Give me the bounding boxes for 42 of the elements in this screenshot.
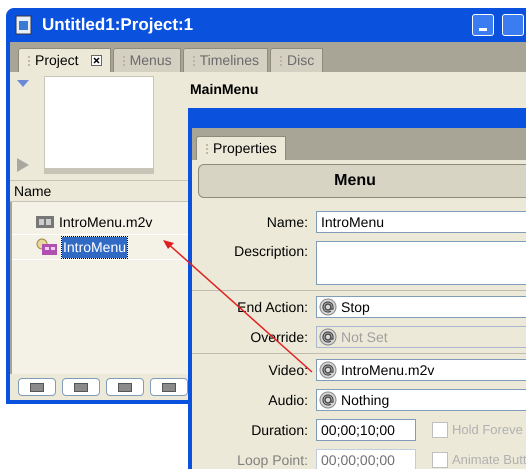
close-icon[interactable]	[90, 55, 102, 66]
grip-icon	[205, 142, 209, 154]
at-sign-icon	[319, 328, 337, 346]
grip-icon	[27, 54, 31, 66]
toolbar-button[interactable]	[62, 378, 100, 396]
timecode-field[interactable]: 00;00;00;00	[316, 449, 416, 469]
field-label: Description:	[233, 242, 309, 261]
section-header: Menu	[198, 164, 526, 198]
at-sign-icon	[319, 391, 337, 409]
timecode-field[interactable]: 00;00;10;00	[316, 419, 416, 441]
field-label: Name:	[266, 212, 309, 232]
main-heading: MainMenu	[190, 81, 258, 97]
field-label: Video:	[268, 360, 309, 380]
minimize-button[interactable]	[472, 14, 494, 36]
description-field[interactable]	[316, 241, 526, 285]
toolbar-button[interactable]	[106, 378, 144, 396]
properties-tab[interactable]: Properties	[196, 136, 286, 160]
checkbox[interactable]	[432, 452, 448, 468]
project-icon	[14, 15, 34, 35]
checkbox-label: Animate Butt	[452, 451, 526, 469]
field-label: Duration:	[250, 420, 309, 440]
dropdown[interactable]: Nothing	[316, 389, 526, 411]
field-label: Audio:	[267, 390, 309, 410]
collapse-icon[interactable]	[17, 80, 29, 88]
menu-item-icon	[36, 238, 58, 256]
name-field[interactable]: IntroMenu	[316, 211, 526, 233]
checkbox-label: Hold Foreve	[452, 421, 523, 440]
maximize-button[interactable]	[502, 14, 524, 36]
field-label: End Action:	[236, 298, 309, 316]
grip-icon	[279, 54, 283, 66]
at-sign-icon	[319, 298, 337, 316]
toolbar-button[interactable]	[18, 378, 56, 396]
dropdown[interactable]: IntroMenu.m2v	[316, 359, 526, 381]
checkbox[interactable]	[432, 422, 448, 438]
toolbar-button[interactable]	[150, 378, 188, 396]
file-item[interactable]: IntroMenu.m2v	[58, 212, 154, 232]
file-item[interactable]: IntroMenu	[62, 236, 128, 258]
tab[interactable]: Project	[18, 48, 111, 72]
dropdown[interactable]: Stop	[316, 296, 526, 318]
field-label: Loop Point:	[236, 450, 309, 469]
at-sign-icon	[319, 361, 337, 379]
window-title: Untitled1:Project:1	[42, 14, 194, 36]
